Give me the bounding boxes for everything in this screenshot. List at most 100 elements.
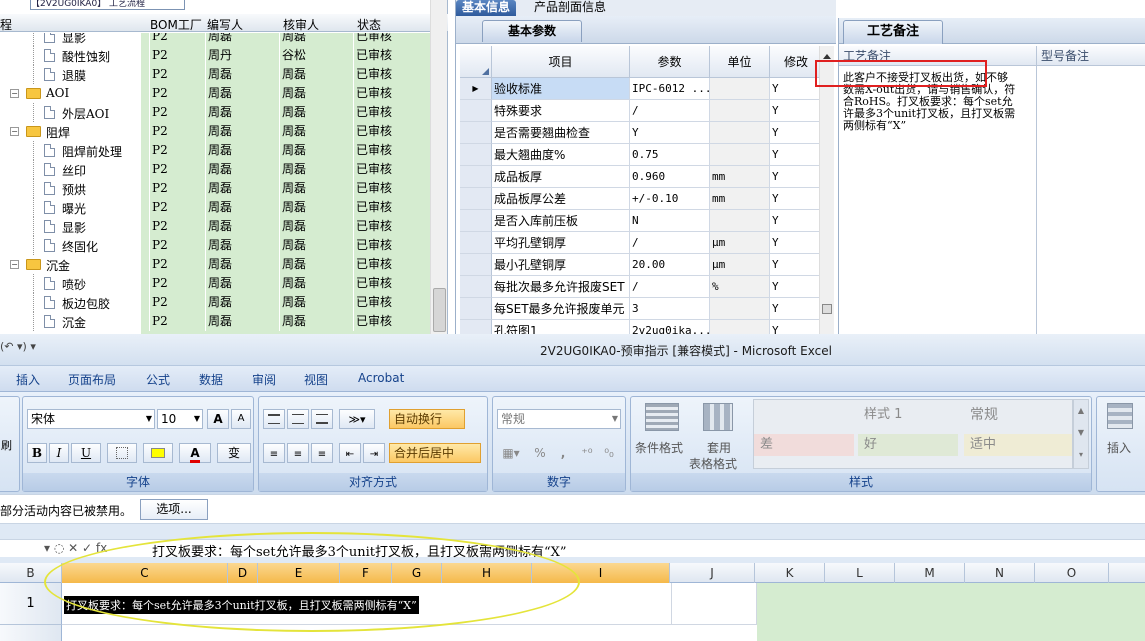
column-header-l[interactable]: L	[825, 563, 895, 583]
param-item[interactable]: 验收标准	[492, 78, 630, 100]
bom-cell[interactable]: P2	[149, 33, 205, 46]
status-cell[interactable]: 已审核	[353, 84, 430, 103]
percent-button[interactable]: %	[529, 443, 551, 463]
tab-insert[interactable]: 插入	[16, 371, 40, 388]
param-mod[interactable]: Y	[770, 254, 823, 276]
params-row[interactable]: 成品板厚公差 +/-0.10 mm Y	[460, 188, 834, 210]
checker-cell[interactable]: 周磊	[279, 65, 353, 84]
params-row[interactable]: 是否入库前压板 N Y	[460, 210, 834, 232]
status-cell[interactable]: 已审核	[353, 236, 430, 255]
param-value[interactable]: Y	[630, 122, 710, 144]
checker-cell[interactable]: 周磊	[279, 255, 353, 274]
align-right-button[interactable]: ≡	[311, 443, 333, 463]
status-cell[interactable]: 已审核	[353, 103, 430, 122]
scroll-grip-icon[interactable]	[822, 304, 832, 314]
bom-cell[interactable]: P2	[149, 293, 205, 312]
writer-cell[interactable]: 周磊	[205, 217, 279, 236]
writer-cell[interactable]: 周丹	[205, 46, 279, 65]
bom-cell[interactable]: P2	[149, 198, 205, 217]
tree-row[interactable]: 曝光 P2 周磊 周磊 已审核	[0, 198, 430, 217]
comma-button[interactable]: ,	[553, 443, 573, 463]
status-cell[interactable]: 已审核	[353, 255, 430, 274]
phonetic-button[interactable]: 变	[217, 443, 251, 463]
checker-cell[interactable]: 周磊	[279, 293, 353, 312]
writer-cell[interactable]: 周磊	[205, 33, 279, 46]
param-mod[interactable]: Y	[770, 210, 823, 232]
tab-view[interactable]: 视图	[304, 371, 328, 388]
column-header-n[interactable]: N	[965, 563, 1035, 583]
param-value[interactable]: 0.960	[630, 166, 710, 188]
param-item[interactable]: 每SET最多允许报废单元	[492, 298, 630, 320]
row-selector[interactable]	[460, 188, 492, 210]
style-normal-cell[interactable]: 常规	[964, 404, 1072, 426]
checker-cell[interactable]: 谷松	[279, 46, 353, 65]
font-color-button[interactable]: A	[179, 443, 211, 463]
options-button[interactable]: 选项...	[140, 499, 208, 520]
param-unit[interactable]	[710, 298, 770, 320]
tree-header-bom[interactable]: BOM工厂	[150, 16, 202, 33]
status-cell[interactable]: 已审核	[353, 217, 430, 236]
checker-cell[interactable]: 周磊	[279, 312, 353, 331]
writer-cell[interactable]: 周磊	[205, 293, 279, 312]
status-cell[interactable]: 已审核	[353, 160, 430, 179]
style-good-cell[interactable]: 好	[858, 434, 958, 456]
model-notes-header[interactable]: 型号备注	[1037, 46, 1145, 66]
param-value[interactable]: /	[630, 276, 710, 298]
param-mod[interactable]: Y	[770, 122, 823, 144]
param-mod[interactable]: Y	[770, 188, 823, 210]
param-item[interactable]: 是否入库前压板	[492, 210, 630, 232]
writer-cell[interactable]: 周磊	[205, 141, 279, 160]
param-unit[interactable]	[710, 144, 770, 166]
row-selector[interactable]	[460, 298, 492, 320]
merge-center-button[interactable]: 合并后居中	[389, 443, 481, 463]
tab-formulas[interactable]: 公式	[146, 371, 170, 388]
font-size-select[interactable]: 10 ▼	[157, 409, 203, 429]
param-unit[interactable]	[710, 78, 770, 100]
row-selector[interactable]	[460, 232, 492, 254]
param-mod[interactable]: Y	[770, 144, 823, 166]
param-item[interactable]: 是否需要翘曲检查	[492, 122, 630, 144]
row-selector[interactable]	[460, 210, 492, 232]
tree-row[interactable]: 酸性蚀刻 P2 周丹 谷松 已审核	[0, 46, 430, 65]
collapse-icon[interactable]: −	[10, 127, 19, 136]
tree-row[interactable]: − 阻焊 P2 周磊 周磊 已审核	[0, 122, 430, 141]
checker-cell[interactable]: 周磊	[279, 179, 353, 198]
style-1-cell[interactable]: 样式 1	[858, 404, 958, 426]
style-neutral-cell[interactable]: 适中	[964, 434, 1072, 456]
bold-button[interactable]: B	[27, 443, 47, 463]
currency-button[interactable]: ▦▾	[497, 443, 525, 463]
tab-process-notes[interactable]: 工艺备注	[843, 20, 943, 44]
bom-cell[interactable]: P2	[149, 255, 205, 274]
row-header-2[interactable]	[0, 625, 62, 641]
param-unit[interactable]: mm	[710, 188, 770, 210]
tree-row[interactable]: 退膜 P2 周磊 周磊 已审核	[0, 65, 430, 84]
writer-cell[interactable]: 周磊	[205, 103, 279, 122]
wrap-text-button[interactable]: 自动换行	[389, 409, 465, 429]
param-item[interactable]: 最小孔壁铜厚	[492, 254, 630, 276]
number-format-select[interactable]: 常规 ▼	[497, 409, 621, 429]
tree-header-status[interactable]: 状态	[357, 16, 381, 33]
param-mod[interactable]: Y	[770, 100, 823, 122]
tab-basic-params[interactable]: 基本参数	[482, 20, 582, 42]
checker-cell[interactable]: 周磊	[279, 141, 353, 160]
grow-font-button[interactable]: A	[207, 409, 229, 429]
checker-cell[interactable]: 周磊	[279, 160, 353, 179]
tree-row[interactable]: 喷砂 P2 周磊 周磊 已审核	[0, 274, 430, 293]
checker-cell[interactable]: 周磊	[279, 122, 353, 141]
bom-cell[interactable]: P2	[149, 46, 205, 65]
params-row[interactable]: ▶ 验收标准 IPC-6012 ... Y	[460, 78, 834, 100]
params-header-item[interactable]: 项目	[492, 46, 630, 78]
scroll-up-icon[interactable]	[823, 54, 831, 59]
quick-access-toolbar[interactable]: (↶ ▾) ▾	[0, 340, 36, 353]
tab-review[interactable]: 审阅	[252, 371, 276, 388]
bom-cell[interactable]: P2	[149, 312, 205, 331]
align-left-button[interactable]: ≡	[263, 443, 285, 463]
checker-cell[interactable]: 周磊	[279, 236, 353, 255]
checker-cell[interactable]: 周磊	[279, 217, 353, 236]
writer-cell[interactable]: 周磊	[205, 236, 279, 255]
status-cell[interactable]: 已审核	[353, 122, 430, 141]
bom-cell[interactable]: P2	[149, 236, 205, 255]
align-bottom-button[interactable]	[311, 409, 333, 429]
tree-header-checker[interactable]: 核审人	[283, 16, 319, 33]
param-value[interactable]: +/-0.10	[630, 188, 710, 210]
